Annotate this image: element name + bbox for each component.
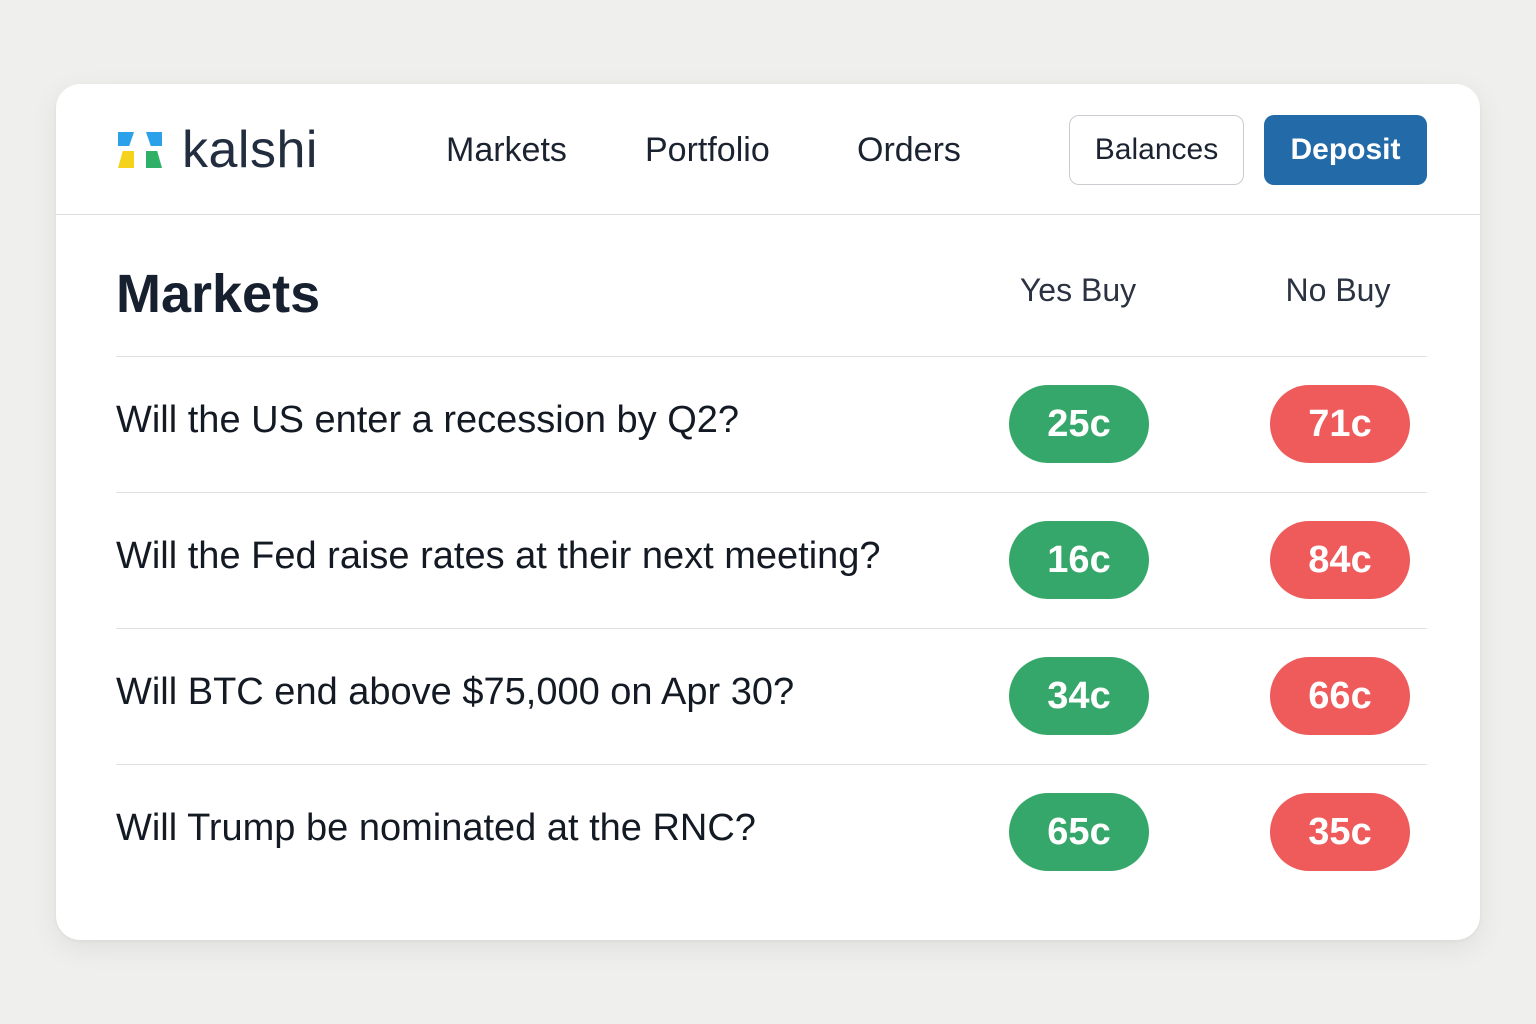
top-navigation-bar: kalshi Markets Portfolio Orders Balances…: [56, 84, 1480, 215]
balances-button[interactable]: Balances: [1069, 115, 1244, 185]
yes-buy-button[interactable]: 34c: [1009, 657, 1149, 735]
nav-orders[interactable]: Orders: [857, 128, 961, 172]
kalshi-logo[interactable]: kalshi: [118, 124, 318, 176]
kalshi-logo-icon: [118, 127, 164, 173]
no-buy-button[interactable]: 84c: [1270, 521, 1410, 599]
market-row[interactable]: Will the US enter a recession by Q2? 25c…: [116, 357, 1427, 493]
page-title: Markets: [116, 264, 321, 324]
market-row[interactable]: Will the Fed raise rates at their next m…: [116, 493, 1427, 629]
market-question: Will BTC end above $75,000 on Apr 30?: [116, 671, 795, 713]
yes-buy-column-header: Yes Buy: [1019, 272, 1137, 308]
no-buy-button[interactable]: 71c: [1270, 385, 1410, 463]
market-question: Will the Fed raise rates at their next m…: [116, 535, 881, 577]
yes-buy-button[interactable]: 65c: [1009, 793, 1149, 871]
no-buy-button[interactable]: 66c: [1270, 657, 1410, 735]
market-question: Will the US enter a recession by Q2?: [116, 399, 740, 441]
yes-buy-button[interactable]: 25c: [1009, 385, 1149, 463]
market-row[interactable]: Will Trump be nominated at the RNC? 65c …: [116, 765, 1427, 901]
no-buy-column-header: No Buy: [1285, 272, 1391, 308]
yes-buy-button[interactable]: 16c: [1009, 521, 1149, 599]
brand-name: kalshi: [182, 121, 318, 179]
deposit-button[interactable]: Deposit: [1264, 115, 1427, 185]
nav-markets[interactable]: Markets: [446, 128, 567, 172]
market-row[interactable]: Will BTC end above $75,000 on Apr 30? 34…: [116, 629, 1427, 765]
nav-portfolio[interactable]: Portfolio: [645, 128, 770, 172]
no-buy-button[interactable]: 35c: [1270, 793, 1410, 871]
markets-card: kalshi Markets Portfolio Orders Balances…: [56, 84, 1480, 940]
market-question: Will Trump be nominated at the RNC?: [116, 807, 756, 849]
